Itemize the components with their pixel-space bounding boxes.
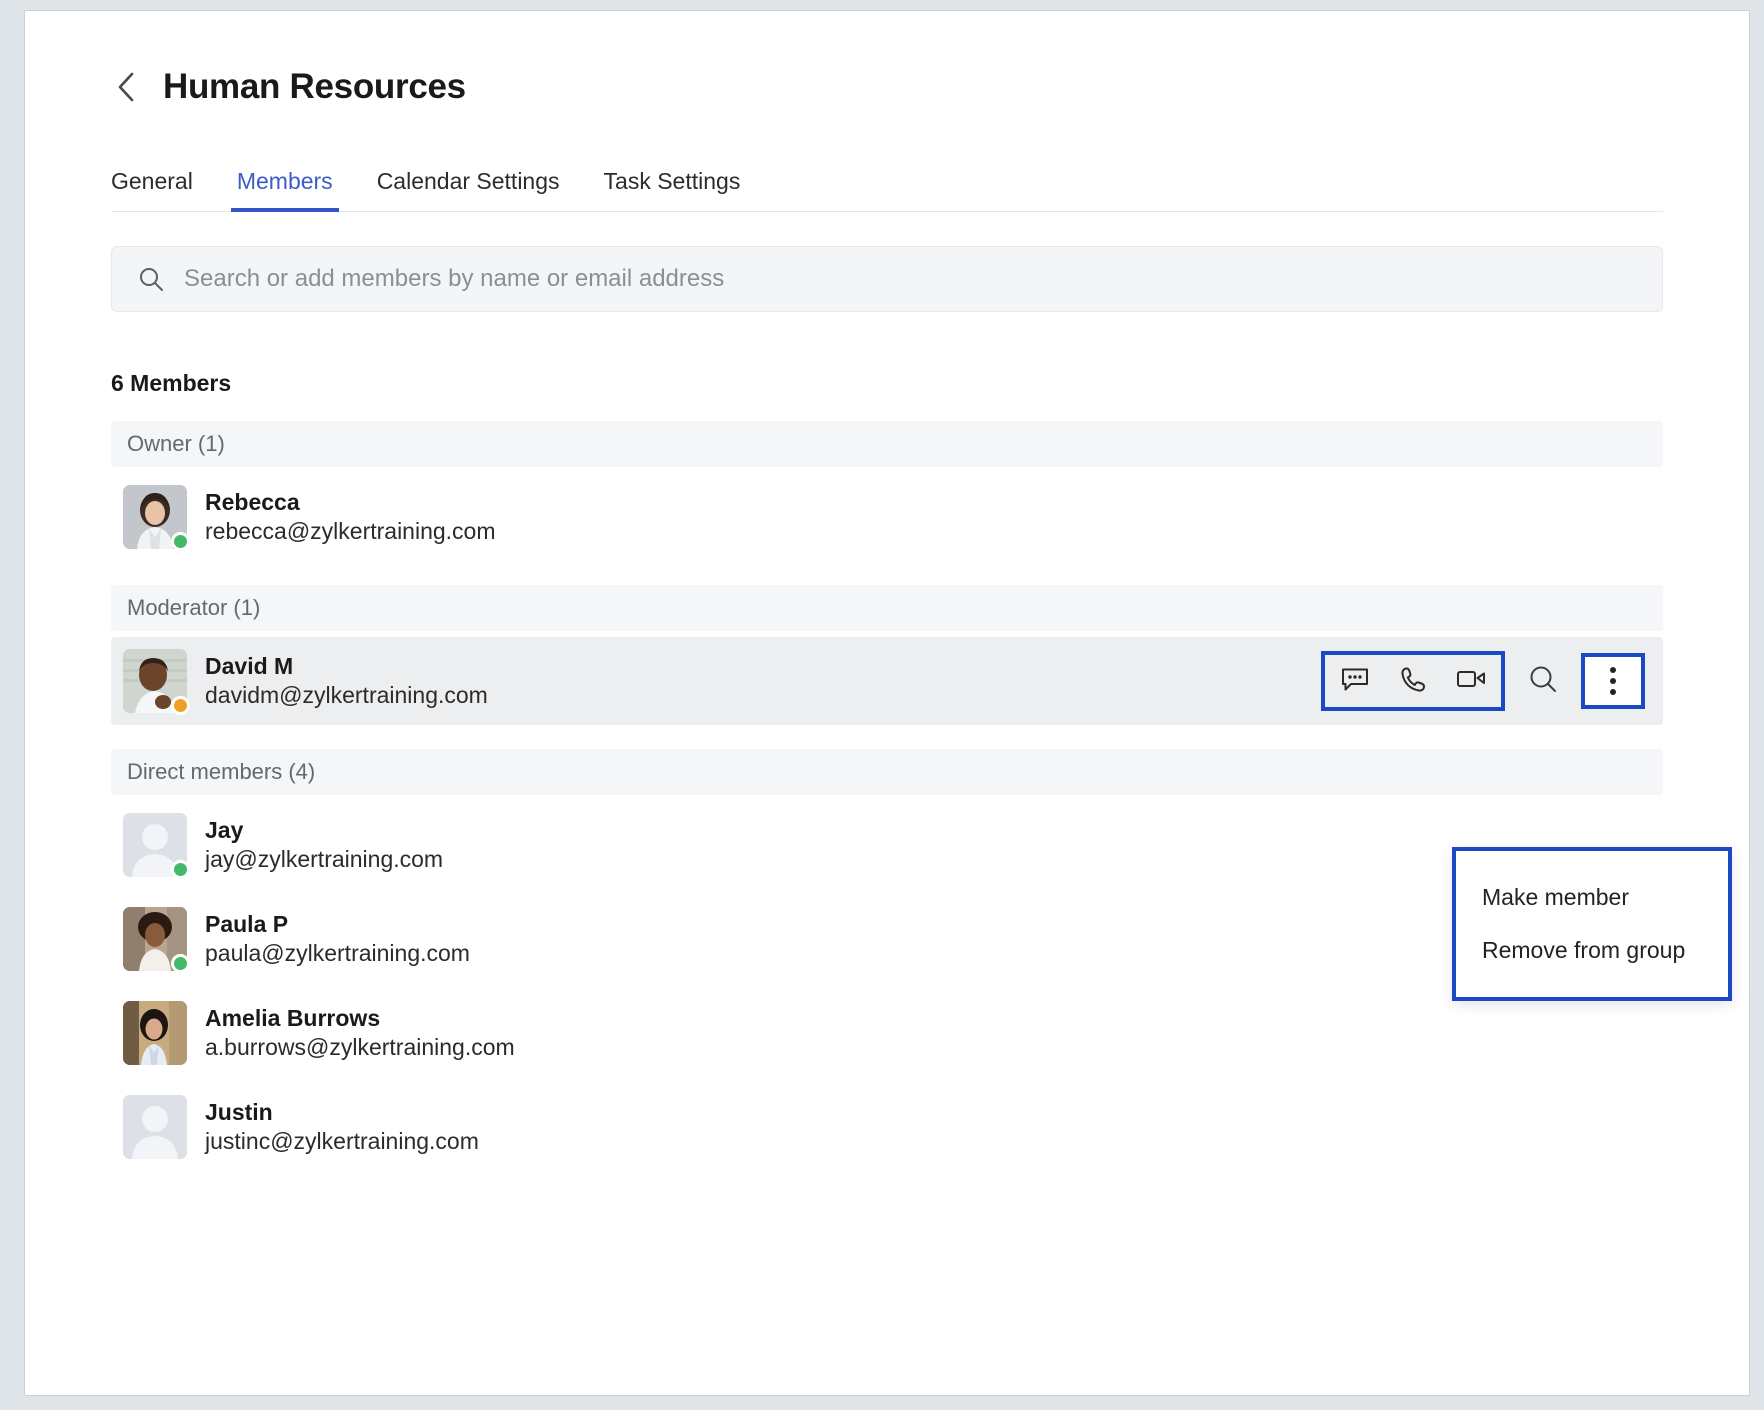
- search-icon: [1528, 664, 1558, 699]
- group-band-direct-members-label: Direct members (4): [127, 759, 315, 785]
- member-info: Paula P paula@zylkertraining.com: [205, 912, 470, 967]
- table-row[interactable]: David M davidm@zylkertraining.com: [111, 637, 1663, 725]
- tab-general-label: General: [111, 168, 193, 194]
- avatar: [123, 485, 187, 549]
- member-info: David M davidm@zylkertraining.com: [205, 654, 488, 709]
- call-button[interactable]: [1389, 659, 1437, 703]
- member-email: a.burrows@zylkertraining.com: [205, 1035, 515, 1060]
- avatar-image-amelia: [123, 1001, 187, 1065]
- member-info: Jay jay@zylkertraining.com: [205, 818, 443, 873]
- row-actions: [1321, 651, 1645, 711]
- member-email: jay@zylkertraining.com: [205, 847, 443, 872]
- settings-card: Human Resources General Members Calendar…: [24, 10, 1750, 1396]
- table-row[interactable]: Justin justinc@zylkertraining.com: [111, 1083, 1663, 1171]
- page-header: Human Resources: [111, 11, 1663, 104]
- table-row[interactable]: Rebecca rebecca@zylkertraining.com: [111, 473, 1663, 561]
- chat-bubble-icon: [1340, 665, 1370, 698]
- back-button[interactable]: [111, 70, 141, 104]
- menu-item-make-member[interactable]: Make member: [1456, 871, 1728, 924]
- group-band-moderator-label: Moderator (1): [127, 595, 260, 621]
- member-name: Justin: [205, 1100, 479, 1125]
- menu-item-make-member-label: Make member: [1482, 884, 1629, 910]
- communication-actions-group: [1321, 651, 1505, 711]
- avatar-placeholder-justin: [123, 1095, 187, 1159]
- more-options-hit-area[interactable]: [1589, 659, 1637, 703]
- more-options-button[interactable]: [1581, 653, 1645, 709]
- card-inner: Human Resources General Members Calendar…: [25, 11, 1749, 1395]
- chevron-left-icon: [116, 71, 136, 103]
- avatar: [123, 907, 187, 971]
- video-camera-icon: [1455, 666, 1487, 697]
- status-dot-away: [171, 696, 190, 715]
- status-dot-online: [171, 532, 190, 551]
- group-band-direct-members: Direct members (4): [111, 749, 1663, 795]
- page-title: Human Resources: [163, 69, 466, 104]
- member-name: Rebecca: [205, 490, 496, 515]
- member-options-dropdown: Make member Remove from group: [1452, 847, 1732, 1001]
- tab-calendar-settings-label: Calendar Settings: [377, 168, 560, 194]
- member-name: Jay: [205, 818, 443, 843]
- table-row[interactable]: Amelia Burrows a.burrows@zylkertraining.…: [111, 989, 1663, 1077]
- table-row[interactable]: Paula P paula@zylkertraining.com: [111, 895, 1663, 983]
- menu-item-remove-from-group[interactable]: Remove from group: [1456, 924, 1728, 977]
- tab-task-settings-label: Task Settings: [604, 168, 741, 194]
- group-band-owner: Owner (1): [111, 421, 1663, 467]
- avatar: [123, 649, 187, 713]
- chat-button[interactable]: [1331, 659, 1379, 703]
- member-name: Paula P: [205, 912, 470, 937]
- phone-icon: [1399, 665, 1427, 698]
- group-band-owner-label: Owner (1): [127, 431, 225, 457]
- tab-members-label: Members: [237, 168, 333, 194]
- avatar: [123, 1095, 187, 1159]
- member-email: rebecca@zylkertraining.com: [205, 519, 496, 544]
- status-dot-online: [171, 954, 190, 973]
- table-row[interactable]: Jay jay@zylkertraining.com: [111, 801, 1663, 889]
- more-vertical-icon: [1610, 667, 1616, 695]
- member-info: Justin justinc@zylkertraining.com: [205, 1100, 479, 1155]
- member-email: justinc@zylkertraining.com: [205, 1129, 479, 1154]
- status-dot-online: [171, 860, 190, 879]
- member-search-bar[interactable]: [111, 246, 1663, 312]
- tab-calendar-settings[interactable]: Calendar Settings: [355, 170, 582, 211]
- avatar: [123, 813, 187, 877]
- tab-bar: General Members Calendar Settings Task S…: [111, 156, 1663, 212]
- avatar: [123, 1001, 187, 1065]
- search-input[interactable]: [182, 247, 1636, 311]
- members-count: 6 Members: [111, 370, 1663, 397]
- member-email: paula@zylkertraining.com: [205, 941, 470, 966]
- menu-item-remove-from-group-label: Remove from group: [1482, 937, 1685, 963]
- tab-members[interactable]: Members: [215, 170, 355, 211]
- tab-general[interactable]: General: [111, 170, 215, 211]
- member-name: Amelia Burrows: [205, 1006, 515, 1031]
- tab-task-settings[interactable]: Task Settings: [582, 170, 763, 211]
- search-in-conversation-button[interactable]: [1519, 659, 1567, 703]
- video-call-button[interactable]: [1447, 659, 1495, 703]
- member-name: David M: [205, 654, 488, 679]
- member-info: Amelia Burrows a.burrows@zylkertraining.…: [205, 1006, 515, 1061]
- member-email: davidm@zylkertraining.com: [205, 683, 488, 708]
- member-info: Rebecca rebecca@zylkertraining.com: [205, 490, 496, 545]
- search-icon: [138, 266, 164, 292]
- screenshot-root: Human Resources General Members Calendar…: [0, 0, 1764, 1410]
- group-band-moderator: Moderator (1): [111, 585, 1663, 631]
